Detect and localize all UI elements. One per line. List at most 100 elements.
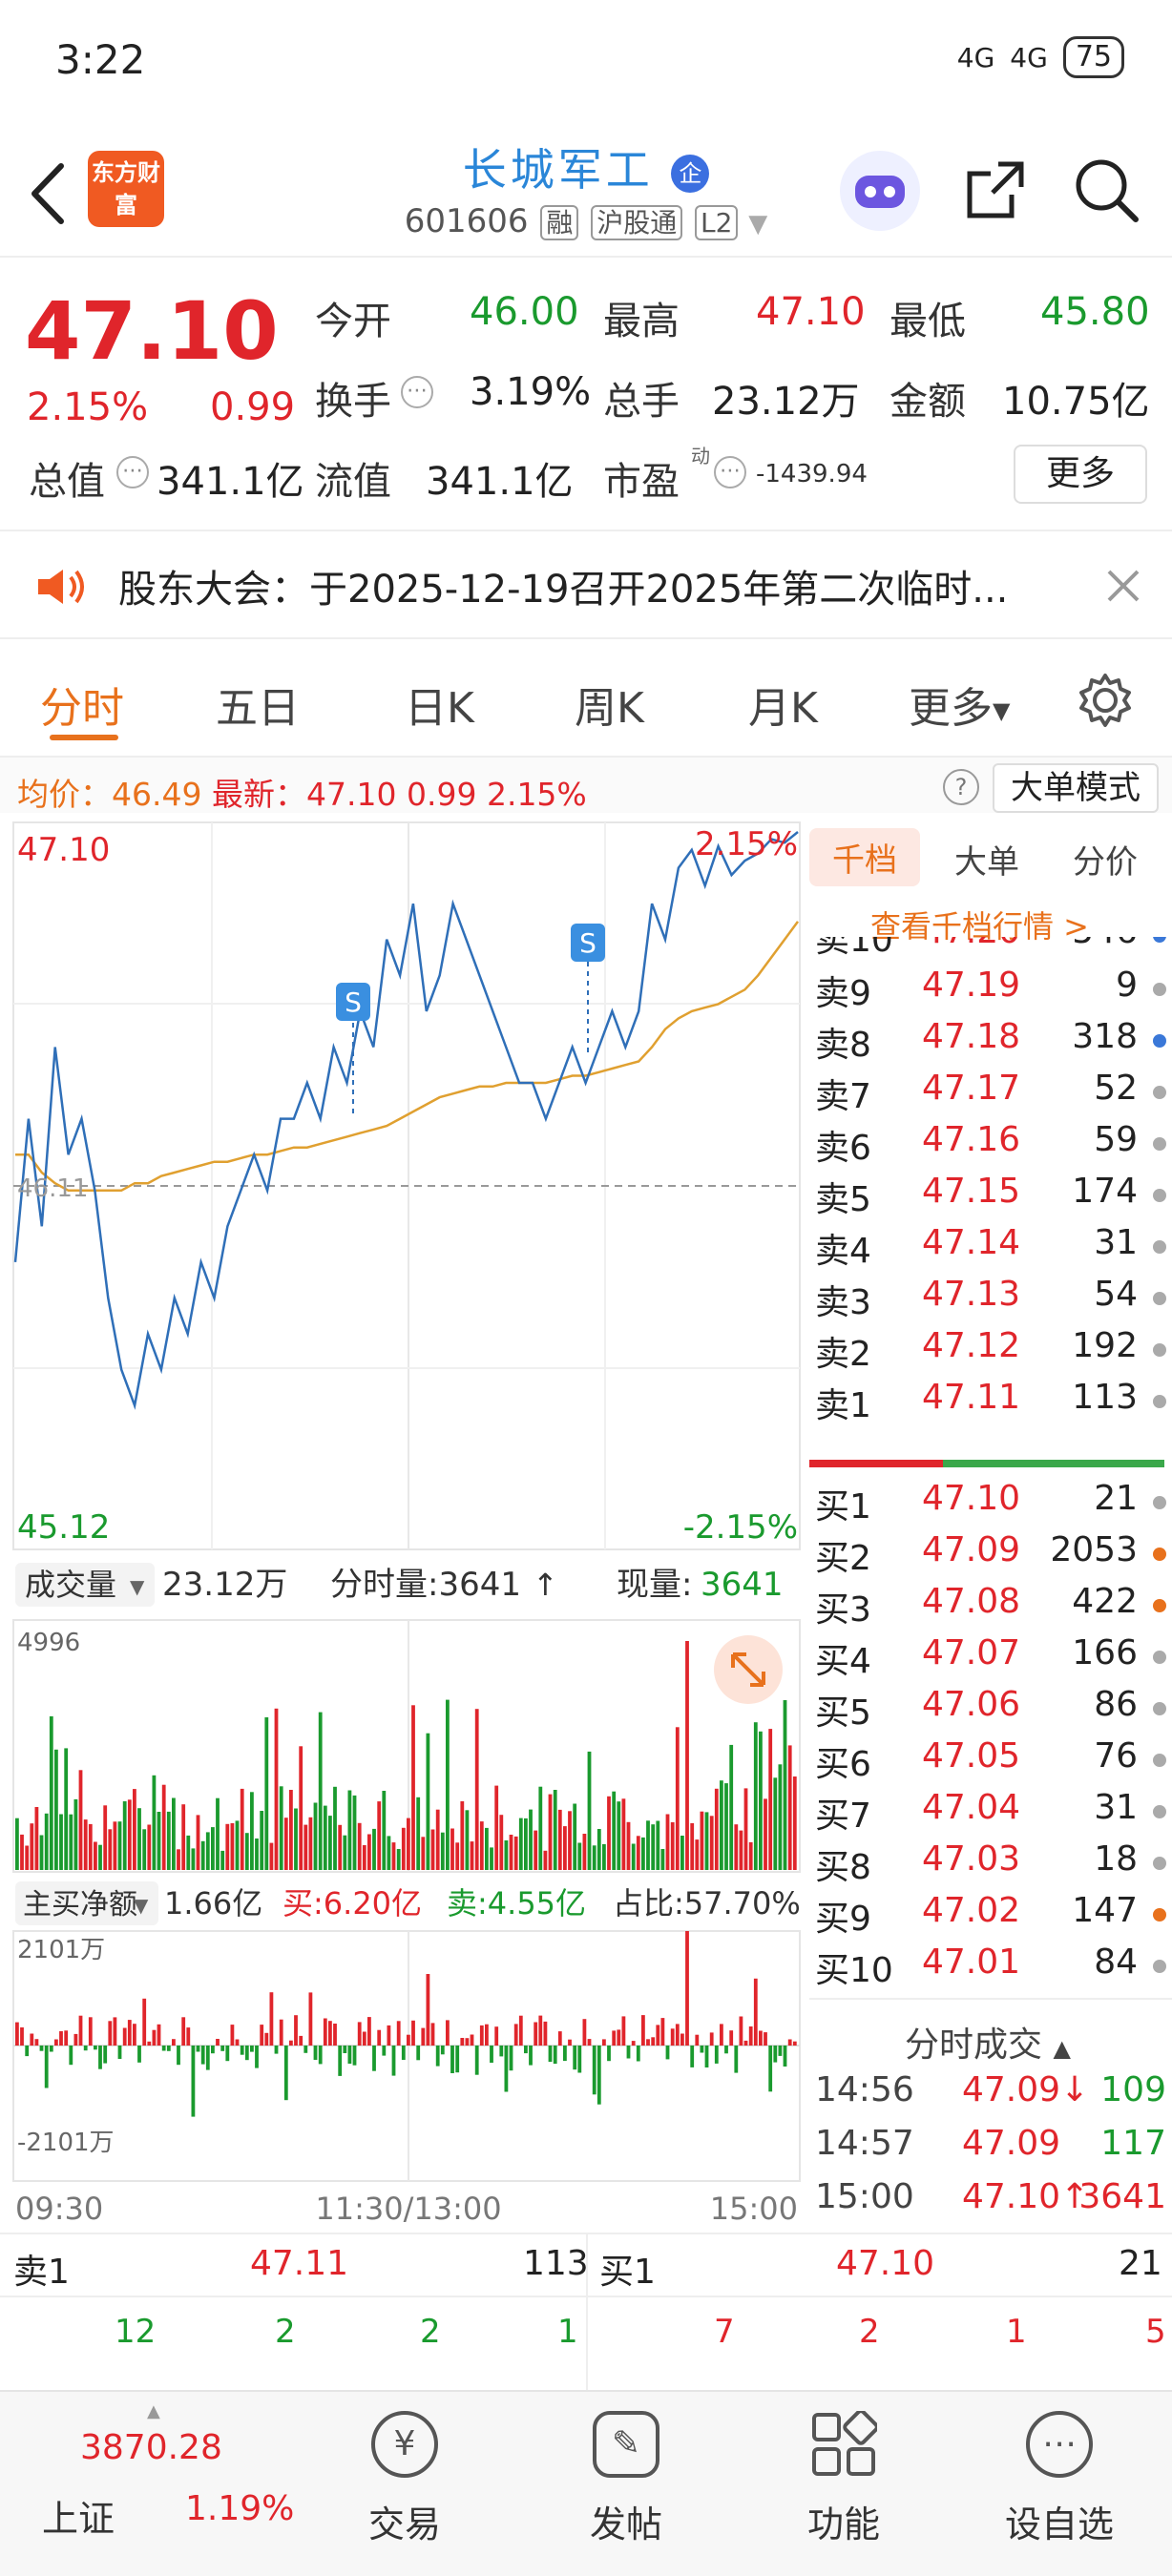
volume-selector[interactable]: 成交量 [25,1567,116,1603]
order-dot-icon [1153,1599,1166,1612]
ask-row[interactable]: 卖4 47.14 31 [809,1223,1172,1275]
netflow-bar [318,2046,323,2065]
index-ticker[interactable]: ▲ 3870.28 上证 1.19% [23,2401,294,2564]
volume-bar [490,1847,493,1870]
gear-icon[interactable] [1077,672,1134,729]
tab-price-dist[interactable]: 分价 [1073,836,1138,883]
info-icon[interactable]: ⋯ [714,456,746,488]
close-icon[interactable] [1105,568,1141,604]
tab-fenshi[interactable]: 分时 [40,674,124,735]
order-dot-icon [1153,1908,1166,1922]
level-label: 买9 [815,1900,871,1939]
change-value: 0.99 [210,385,296,429]
share-icon[interactable] [962,156,1029,223]
tab-depth[interactable]: 千档 [809,828,920,886]
level-price: 47.13 [922,1275,1021,1314]
chart-tabs: 分时 五日 日K 周K 月K 更多▼ [0,639,1172,754]
level-label: 买2 [815,1539,871,1578]
volume-bar [426,1733,430,1870]
chevron-up-icon: ▲ [147,2401,160,2421]
search-icon[interactable] [1073,156,1141,225]
volume-bar [289,1790,293,1870]
netflow-bar [172,2039,176,2046]
netflow-bar [455,2046,460,2073]
ask-row[interactable]: 卖7 47.17 52 [809,1069,1172,1120]
level-price: 47.17 [922,1069,1021,1108]
netflow-bar [73,2033,78,2046]
volume-bar [196,1815,200,1870]
level-volume: 52 [1094,1069,1138,1108]
notice-bar[interactable]: 股东大会：于2025-12-19召开2025年第二次临时... [0,530,1172,639]
bid-row[interactable]: 买2 47.09 2053 [809,1530,1172,1582]
nav-post[interactable]: ✎ 发帖 [550,2411,702,2547]
tag-connect: 沪股通 [591,205,683,240]
bid-row[interactable]: 买1 47.10 21 [809,1479,1172,1530]
netflow-bar [108,2021,113,2046]
nav-trade[interactable]: ¥ 交易 [328,2411,481,2547]
nav-functions[interactable]: 功能 [767,2409,920,2547]
tab-monthly-k[interactable]: 月K [748,674,818,735]
volume-bar [78,1770,83,1870]
ask-row[interactable]: 卖5 47.15 174 [809,1172,1172,1223]
netflow-bar [362,2031,366,2046]
ask-row[interactable]: 卖2 47.12 192 [809,1326,1172,1378]
time-axis-start: 09:30 [15,2191,103,2227]
volume-bar [357,1822,362,1870]
nav-post-label: 发帖 [589,2503,662,2545]
tab-more[interactable]: 更多▼ [909,674,1010,735]
netflow-bar [783,2046,787,2067]
big-order-mode-button[interactable]: 大单模式 [993,763,1159,813]
info-icon[interactable]: ⋯ [401,376,433,408]
tab-daily-k[interactable]: 日K [405,674,474,735]
intraday-chart[interactable]: 47.10 45.12 2.15% -2.15% 46.11 S S 成交量 ▼… [0,813,807,2234]
netflow-bar [382,2046,387,2056]
level-volume: 54 [1094,1275,1138,1314]
bid-row[interactable]: 买8 47.03 18 [809,1839,1172,1891]
ask-row[interactable]: 卖9 47.19 9 [809,966,1172,1017]
level-volume: 318 [1072,1017,1138,1056]
bid-row[interactable]: 买6 47.05 76 [809,1736,1172,1788]
netflow-bar [592,2046,596,2095]
tab-weekly-k[interactable]: 周K [575,674,644,735]
help-icon[interactable]: ? [943,769,979,805]
ask-row[interactable]: 卖8 47.18 318 [809,1017,1172,1069]
expand-icon[interactable] [714,1635,783,1704]
netflow-bar [352,2046,357,2066]
netflow-bar [113,2017,117,2046]
tab-five-day[interactable]: 五日 [216,674,300,735]
volume-value: 23.12万 [712,380,860,424]
volume-bar [656,1820,660,1870]
info-icon[interactable]: ⋯ [116,456,149,488]
order-dot-icon [1153,1702,1166,1715]
nav-add-watchlist[interactable]: ⋯ 设自选 [983,2411,1136,2547]
volume-bar [759,1731,763,1870]
ask-row[interactable]: 卖1 47.11 113 [809,1378,1172,1429]
bid-row[interactable]: 买4 47.07 166 [809,1633,1172,1685]
netflow-bar [186,2027,191,2046]
volume-bar [470,1841,474,1870]
bid-row[interactable]: 买9 47.02 147 [809,1891,1172,1942]
bid-row[interactable]: 买3 47.08 422 [809,1582,1172,1633]
ask-row[interactable]: 卖3 47.13 54 [809,1275,1172,1326]
tab-big-orders[interactable]: 大单 [954,836,1019,883]
queue-item: 2 [275,2313,296,2351]
assistant-avatar-icon[interactable] [840,151,920,231]
ask-row[interactable]: 卖6 47.16 59 [809,1120,1172,1172]
netflow-bar [59,2031,63,2046]
netflow-bar [225,2046,230,2062]
netflow-ratio: 占比:57.70% [613,1885,801,1922]
trades-header[interactable]: 分时成交 ▲ [905,2017,1071,2067]
bid-row[interactable]: 买10 47.01 84 [809,1942,1172,1994]
bid-row[interactable]: 买5 47.06 86 [809,1685,1172,1736]
more-button[interactable]: 更多 [1014,445,1147,504]
netflow-bar [479,2025,484,2046]
status-time: 3:22 [55,36,146,83]
ask-row[interactable]: 卖10 47.20 546 [809,937,1172,958]
chevron-down-icon[interactable]: ▼ [748,210,767,239]
volume-bar [34,1807,39,1870]
netflow-selector[interactable]: 主买净额 [23,1888,137,1922]
volume-bar [778,1764,783,1870]
bid-row[interactable]: 买7 47.04 31 [809,1788,1172,1839]
nav-watchlist-label: 设自选 [1004,2503,1114,2545]
trade-signal-marker[interactable]: S [571,924,605,1055]
